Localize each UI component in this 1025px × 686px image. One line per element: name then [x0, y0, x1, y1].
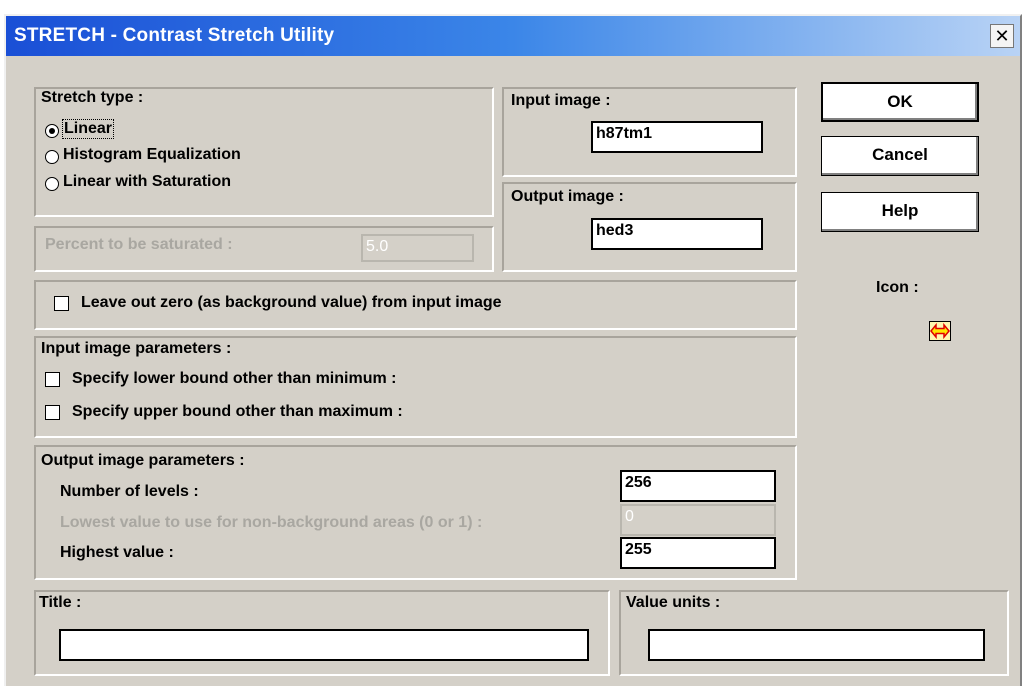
radio-histogram-equalization-label[interactable]: Histogram Equalization — [63, 146, 241, 164]
lower-bound-label[interactable]: Specify lower bound other than minimum : — [72, 370, 396, 388]
value-units-label: Value units : — [626, 594, 721, 611]
title-label: Title : — [39, 594, 82, 611]
lowest-value-field: 0 — [620, 504, 776, 536]
close-button[interactable]: ✕ — [990, 24, 1014, 48]
upper-bound-checkbox[interactable] — [45, 405, 60, 420]
input-image-label: Input image : — [511, 92, 611, 109]
value-units-input[interactable] — [648, 629, 985, 661]
ok-button[interactable]: OK — [821, 82, 979, 122]
input-params-label: Input image parameters : — [41, 340, 232, 357]
icon-label: Icon : — [876, 279, 919, 296]
upper-bound-label[interactable]: Specify upper bound other than maximum : — [72, 403, 403, 421]
percent-saturated-label: Percent to be saturated : — [45, 236, 233, 253]
title-bar[interactable]: STRETCH - Contrast Stretch Utility ✕ — [6, 16, 1020, 56]
levels-label: Number of levels : — [60, 483, 199, 500]
stretch-type-label: Stretch type : — [41, 89, 144, 106]
radio-linear-saturation[interactable] — [45, 177, 59, 191]
radio-linear-label[interactable]: Linear — [61, 119, 115, 139]
radio-linear[interactable] — [45, 124, 59, 138]
output-image-field[interactable]: hed3 — [591, 218, 763, 250]
leave-out-zero-checkbox[interactable] — [54, 296, 69, 311]
window-title: STRETCH - Contrast Stretch Utility — [14, 25, 335, 46]
highest-value-field[interactable]: 255 — [620, 537, 776, 569]
output-image-label: Output image : — [511, 188, 624, 205]
highest-value-label: Highest value : — [60, 544, 174, 561]
lower-bound-checkbox[interactable] — [45, 372, 60, 387]
title-input[interactable] — [59, 629, 589, 661]
cancel-button[interactable]: Cancel — [821, 136, 979, 176]
help-button[interactable]: Help — [821, 192, 979, 232]
input-image-field[interactable]: h87tm1 — [591, 121, 763, 153]
lowest-value-label: Lowest value to use for non-background a… — [60, 514, 483, 531]
double-arrow-icon-glyph — [930, 322, 950, 340]
radio-linear-saturation-label[interactable]: Linear with Saturation — [63, 173, 231, 191]
percent-saturated-field: 5.0 — [361, 234, 474, 262]
leave-out-zero-label[interactable]: Leave out zero (as background value) fro… — [81, 294, 502, 312]
radio-histogram-equalization[interactable] — [45, 150, 59, 164]
levels-field[interactable]: 256 — [620, 470, 776, 502]
output-params-label: Output image parameters : — [41, 452, 245, 469]
double-arrow-icon[interactable] — [929, 321, 951, 341]
